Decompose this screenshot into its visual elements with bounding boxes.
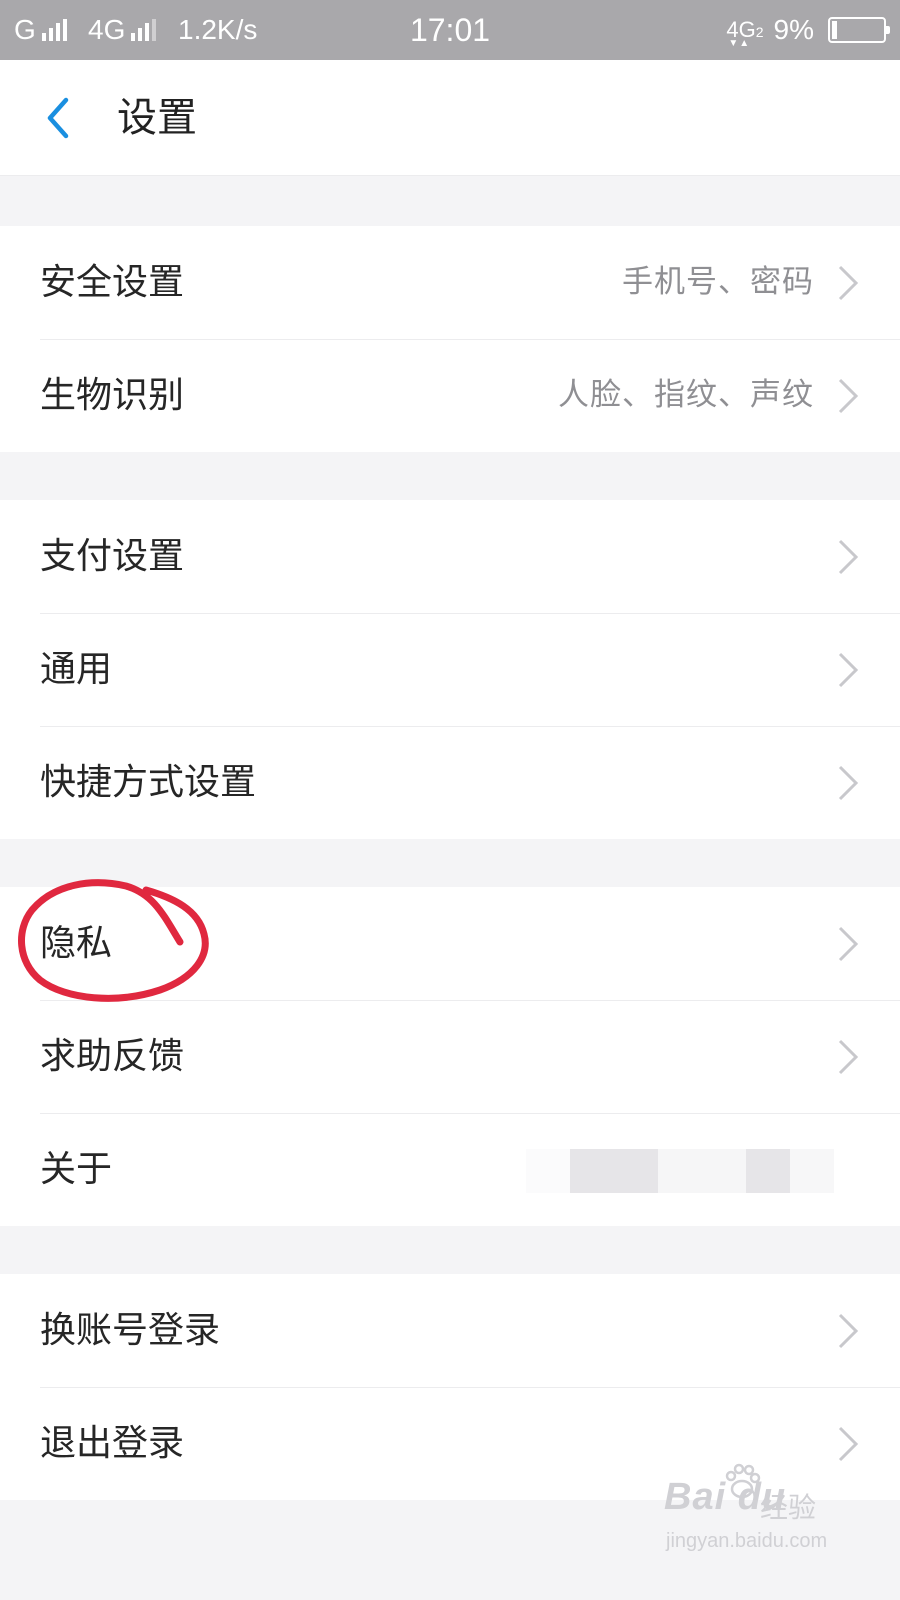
- settings-group-privacy: 隐私 求助反馈 关于: [0, 887, 900, 1226]
- settings-row-shortcuts[interactable]: 快捷方式设置: [0, 726, 900, 839]
- network-sim-label: 2: [755, 24, 764, 40]
- settings-row-help-feedback[interactable]: 求助反馈: [0, 1000, 900, 1113]
- settings-row-biometrics[interactable]: 生物识别 人脸、指纹、声纹: [0, 339, 900, 452]
- row-label: 支付设置: [40, 536, 185, 577]
- watermark-sub: 经验: [760, 1492, 817, 1523]
- settings-group-security: 安全设置 手机号、密码 生物识别 人脸、指纹、声纹: [0, 226, 900, 452]
- settings-group-general: 支付设置 通用 快捷方式设置: [0, 500, 900, 839]
- settings-screen: G 4G 1.2K/s 17:01 4G2 ▼▲ 9% 设置 安全设置 手机号、…: [0, 0, 900, 1600]
- settings-row-security[interactable]: 安全设置 手机号、密码: [0, 226, 900, 339]
- settings-row-about[interactable]: 关于: [0, 1113, 900, 1226]
- chevron-right-icon: [838, 1426, 859, 1462]
- settings-row-privacy[interactable]: 隐私: [0, 887, 900, 1000]
- row-label: 关于: [40, 1149, 113, 1190]
- chevron-right-icon: [838, 265, 859, 301]
- back-button[interactable]: [40, 94, 80, 142]
- page-title: 设置: [117, 95, 197, 141]
- redacted-version: [526, 1149, 856, 1193]
- settings-group-account: 换账号登录 退出登录: [0, 1274, 900, 1500]
- row-label: 隐私: [40, 923, 113, 964]
- chevron-right-icon: [838, 539, 859, 575]
- battery-level: [832, 21, 837, 39]
- row-label: 换账号登录: [40, 1310, 221, 1351]
- row-value: 人脸、指纹、声纹: [558, 377, 814, 413]
- chevron-left-icon: [47, 97, 69, 139]
- data-activity-icon: ▼▲: [728, 38, 751, 49]
- row-label: 安全设置: [40, 262, 185, 303]
- status-bar: G 4G 1.2K/s 17:01 4G2 ▼▲ 9%: [0, 0, 900, 60]
- chevron-right-icon: [838, 926, 859, 962]
- settings-row-general[interactable]: 通用: [0, 613, 900, 726]
- row-label: 快捷方式设置: [40, 762, 257, 803]
- status-right: 4G2 ▼▲ 9%: [726, 0, 890, 60]
- chevron-right-icon: [838, 1039, 859, 1075]
- row-label: 生物识别: [40, 375, 185, 416]
- watermark-url: jingyan.baidu.com: [666, 1530, 828, 1552]
- chevron-right-icon: [838, 652, 859, 688]
- network-4g-icon: 4G2 ▼▲: [726, 19, 764, 49]
- title-bar: 设置: [0, 60, 900, 176]
- chevron-right-icon: [838, 378, 859, 414]
- battery-icon: [828, 17, 890, 43]
- settings-row-switch-account[interactable]: 换账号登录: [0, 1274, 900, 1387]
- chevron-right-icon: [838, 765, 859, 801]
- baidu-jingyan-watermark: Bai du 经验 jingyan.baidu.com: [664, 1463, 834, 1566]
- chevron-right-icon: [838, 1313, 859, 1349]
- row-label: 通用: [40, 649, 113, 690]
- row-value: 手机号、密码: [622, 264, 814, 300]
- battery-percent: 9%: [773, 14, 814, 45]
- row-label: 求助反馈: [40, 1036, 185, 1077]
- settings-row-payment[interactable]: 支付设置: [0, 500, 900, 613]
- row-label: 退出登录: [40, 1423, 185, 1464]
